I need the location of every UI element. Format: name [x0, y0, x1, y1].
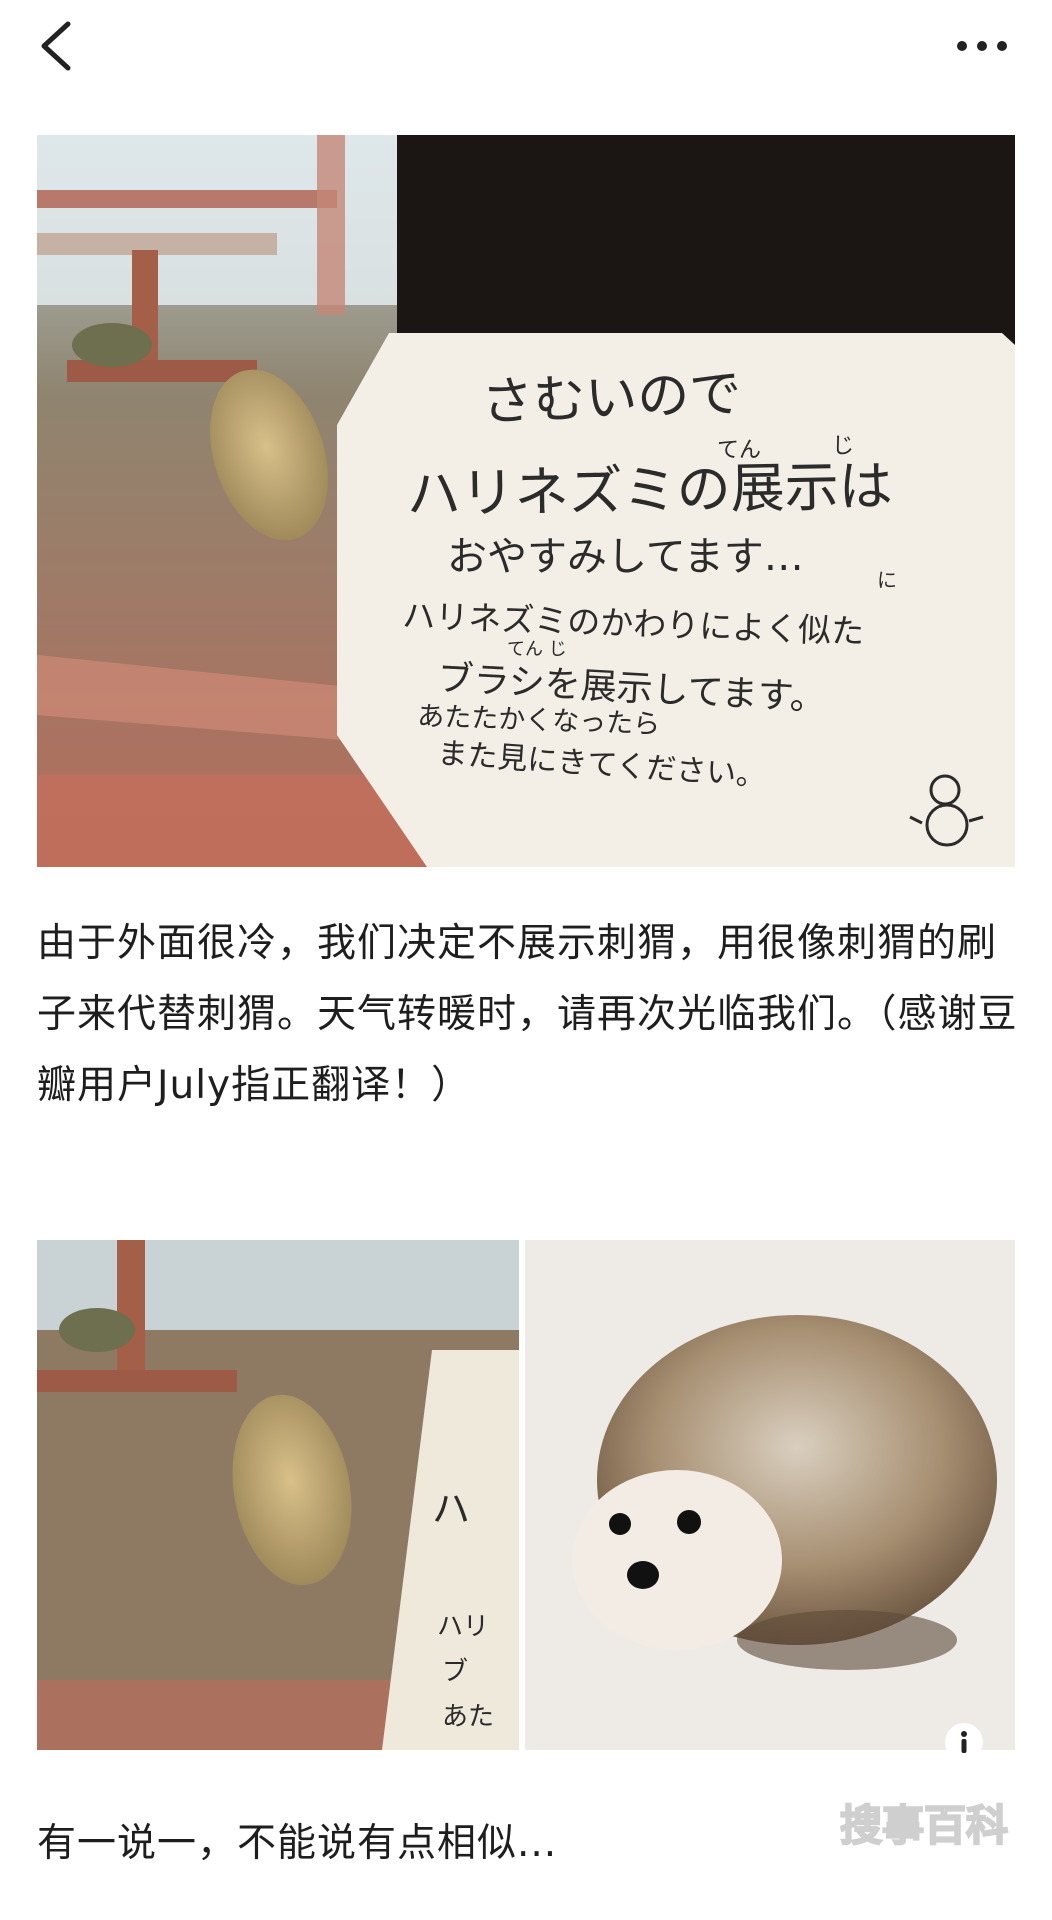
- sign-line-2: ハリネズミの展示は: [406, 455, 893, 526]
- sign-fragment-2: ハリ: [437, 1612, 489, 1642]
- image-info-button[interactable]: [944, 1722, 984, 1762]
- sign-fragment-3: ブ: [442, 1657, 468, 1687]
- sign-fragment-1: ハ: [432, 1487, 470, 1531]
- furigana-ni: に: [877, 568, 897, 592]
- caption-translation: 由于外面很冷，我们决定不展示刺猬，用很像刺猬的刷子来代替刺猬。天气转暖时，请再次…: [37, 921, 1018, 1108]
- more-horizontal-icon: [957, 41, 1007, 51]
- top-bar: [0, 0, 1052, 100]
- svg-text:搜事百科: 搜事百科: [840, 1801, 1008, 1850]
- article-image-sign[interactable]: さむいので てん じ ハリネズミの展示は おやすみしてます… に ハリネズミのか…: [37, 135, 1015, 867]
- watermark-logo: 搜事百科: [839, 1778, 1025, 1873]
- sign-line-3: おやすみしてます…: [447, 534, 804, 580]
- more-options-button[interactable]: [950, 22, 1014, 70]
- info-icon: [945, 1723, 983, 1761]
- chevron-left-icon: [41, 21, 71, 71]
- furigana-tenji: てん じ: [507, 639, 567, 660]
- back-button[interactable]: [28, 14, 82, 76]
- article-image-comparison[interactable]: ハ ハリ ブ あた: [37, 1240, 1015, 1750]
- sign-fragment-4: あた: [442, 1702, 494, 1732]
- sign-line-1: さむいので: [480, 364, 742, 433]
